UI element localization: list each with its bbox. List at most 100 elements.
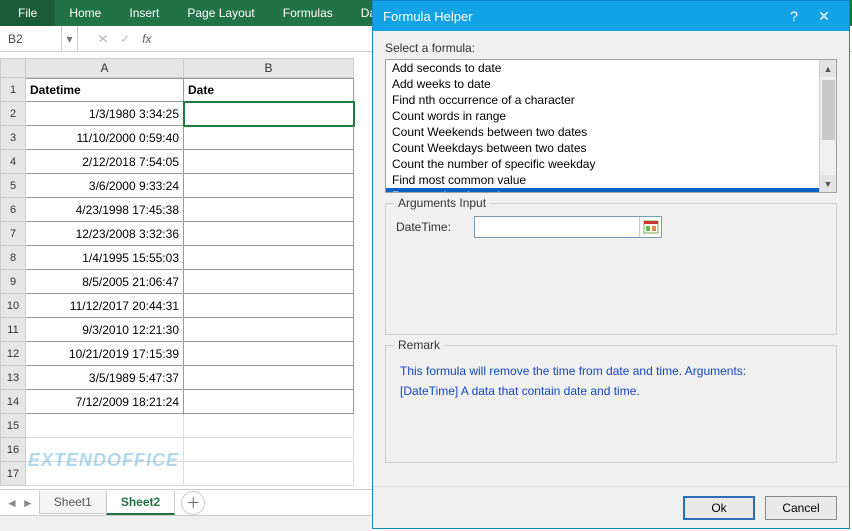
formula-option[interactable]: Count words in range — [386, 108, 819, 124]
cell-a8[interactable]: 1/4/1995 15:55:03 — [26, 246, 184, 270]
cell-a4[interactable]: 2/12/2018 7:54:05 — [26, 150, 184, 174]
formula-option[interactable]: Find most common value — [386, 172, 819, 188]
scroll-down-icon[interactable]: ▼ — [820, 175, 836, 192]
row-header[interactable]: 3 — [0, 126, 26, 150]
name-box-dropdown-icon[interactable]: ▾ — [62, 26, 78, 51]
add-sheet-button[interactable]: ＋ — [181, 491, 205, 515]
row-header[interactable]: 15 — [0, 414, 26, 438]
cell-a12[interactable]: 10/21/2019 17:15:39 — [26, 342, 184, 366]
cell-a9[interactable]: 8/5/2005 21:06:47 — [26, 270, 184, 294]
dialog-help-button[interactable]: ? — [779, 8, 809, 24]
dialog-titlebar[interactable]: Formula Helper ? ✕ — [373, 1, 849, 31]
cell-b11[interactable] — [184, 318, 354, 342]
formula-option[interactable]: Count the number of specific weekday — [386, 156, 819, 172]
column-header-b[interactable]: B — [184, 58, 354, 78]
row-header[interactable]: 4 — [0, 150, 26, 174]
ribbon-tab-file[interactable]: File — [0, 0, 55, 26]
row-header[interactable]: 9 — [0, 270, 26, 294]
cell-b8[interactable] — [184, 246, 354, 270]
formula-helper-dialog: Formula Helper ? ✕ Select a formula: Add… — [372, 0, 850, 529]
arg-datetime-input[interactable] — [474, 216, 662, 238]
arg-datetime-label: DateTime: — [396, 220, 464, 234]
cell-b7[interactable] — [184, 222, 354, 246]
scroll-up-icon[interactable]: ▲ — [820, 60, 836, 77]
remark-line-2: [DateTime] A data that contain date and … — [400, 384, 822, 398]
ribbon-tab-pagelayout[interactable]: Page Layout — [173, 0, 268, 26]
fx-icon[interactable]: fx — [142, 32, 151, 46]
row-header[interactable]: 12 — [0, 342, 26, 366]
sheet-nav-prev-icon[interactable]: ◄ — [6, 496, 18, 510]
row-header[interactable]: 11 — [0, 318, 26, 342]
row-header[interactable]: 13 — [0, 366, 26, 390]
formula-list-scrollbar[interactable]: ▲ ▼ — [819, 60, 836, 192]
row-header[interactable]: 2 — [0, 102, 26, 126]
cell-b15[interactable] — [184, 414, 354, 438]
cell-b1[interactable]: Date — [184, 78, 354, 102]
row-header[interactable]: 10 — [0, 294, 26, 318]
cell-b16[interactable] — [184, 438, 354, 462]
cell-b10[interactable] — [184, 294, 354, 318]
ribbon-tab-home[interactable]: Home — [55, 0, 115, 26]
dialog-close-button[interactable]: ✕ — [809, 8, 839, 25]
ribbon-tab-insert[interactable]: Insert — [115, 0, 173, 26]
select-formula-label: Select a formula: — [385, 41, 837, 55]
formula-option[interactable]: Count Weekends between two dates — [386, 124, 819, 140]
cell-b13[interactable] — [184, 366, 354, 390]
ribbon-tab-formulas[interactable]: Formulas — [269, 0, 347, 26]
row-header[interactable]: 1 — [0, 78, 26, 102]
arguments-legend: Arguments Input — [394, 196, 490, 210]
cell-b3[interactable] — [184, 126, 354, 150]
name-box[interactable]: B2 — [0, 26, 62, 51]
formula-option[interactable]: Add weeks to date — [386, 76, 819, 92]
cell-b2[interactable] — [184, 102, 354, 126]
formula-list-items[interactable]: Add seconds to dateAdd weeks to dateFind… — [386, 60, 819, 192]
row-header[interactable]: 17 — [0, 462, 26, 486]
cell-a14[interactable]: 7/12/2009 18:21:24 — [26, 390, 184, 414]
horizontal-scrollbar[interactable] — [0, 515, 372, 531]
row-header[interactable]: 6 — [0, 198, 26, 222]
cell-a3[interactable]: 11/10/2000 0:59:40 — [26, 126, 184, 150]
sheet-tab-bar: ◄ ► Sheet1 Sheet2 ＋ — [0, 489, 372, 515]
formula-option[interactable]: Add seconds to date — [386, 60, 819, 76]
sheet-tab-sheet1[interactable]: Sheet1 — [39, 491, 107, 514]
row-header[interactable]: 14 — [0, 390, 26, 414]
cell-b12[interactable] — [184, 342, 354, 366]
cell-a1[interactable]: Datetime — [26, 78, 184, 102]
select-all-corner[interactable] — [0, 58, 26, 78]
enter-formula-icon[interactable]: ✓ — [120, 32, 130, 46]
cell-a11[interactable]: 9/3/2010 12:21:30 — [26, 318, 184, 342]
cell-b6[interactable] — [184, 198, 354, 222]
cell-b14[interactable] — [184, 390, 354, 414]
row-header[interactable]: 7 — [0, 222, 26, 246]
formula-option[interactable]: Find nth occurrence of a character — [386, 92, 819, 108]
formula-list: Add seconds to dateAdd weeks to dateFind… — [385, 59, 837, 193]
cancel-formula-icon[interactable]: ✕ — [97, 32, 109, 46]
row-header[interactable]: 5 — [0, 174, 26, 198]
cell-a15[interactable] — [26, 414, 184, 438]
cell-a5[interactable]: 3/6/2000 9:33:24 — [26, 174, 184, 198]
remark-line-1: This formula will remove the time from d… — [400, 364, 822, 378]
formula-option[interactable]: Count Weekdays between two dates — [386, 140, 819, 156]
cell-a7[interactable]: 12/23/2008 3:32:36 — [26, 222, 184, 246]
cell-a6[interactable]: 4/23/1998 17:45:38 — [26, 198, 184, 222]
sheet-tab-sheet2[interactable]: Sheet2 — [106, 491, 175, 515]
column-header-a[interactable]: A — [26, 58, 184, 78]
dialog-footer: Ok Cancel — [373, 486, 849, 528]
row-header[interactable]: 16 — [0, 438, 26, 462]
cell-b5[interactable] — [184, 174, 354, 198]
cell-a2[interactable]: 1/3/1980 3:34:25 — [26, 102, 184, 126]
cancel-button[interactable]: Cancel — [765, 496, 837, 520]
formula-option[interactable]: Remove time from date — [386, 188, 819, 192]
range-selector-icon[interactable] — [639, 217, 661, 237]
scroll-thumb[interactable] — [822, 80, 835, 140]
sheet-nav-next-icon[interactable]: ► — [22, 496, 34, 510]
cell-b4[interactable] — [184, 150, 354, 174]
cell-b17[interactable] — [184, 462, 354, 486]
cell-a13[interactable]: 3/5/1989 5:47:37 — [26, 366, 184, 390]
ok-button[interactable]: Ok — [683, 496, 755, 520]
cell-a10[interactable]: 11/12/2017 20:44:31 — [26, 294, 184, 318]
row-header[interactable]: 8 — [0, 246, 26, 270]
cell-b9[interactable] — [184, 270, 354, 294]
remark-fieldset: Remark This formula will remove the time… — [385, 345, 837, 463]
dialog-title: Formula Helper — [383, 9, 473, 24]
